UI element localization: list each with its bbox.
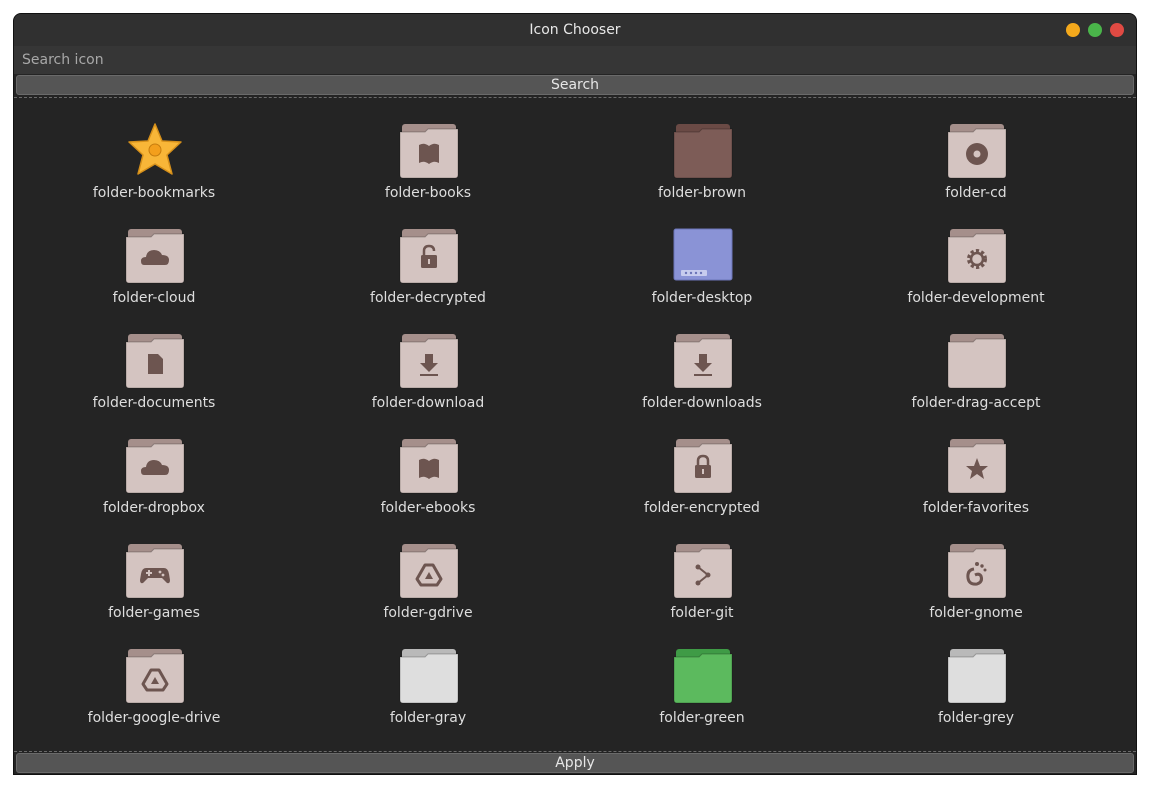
icon-label: folder-documents [92,395,216,411]
folder-cloud-icon [125,228,185,284]
icon-label: folder-cd [945,185,1007,201]
icon-item-folder-bookmarks[interactable]: folder-bookmarks [17,110,291,215]
icon-label: folder-encrypted [644,500,760,516]
icon-item-folder-games[interactable]: folder-games [17,530,291,635]
folder-star-icon [947,438,1007,494]
icon-item-folder-downloads[interactable]: folder-downloads [565,320,839,425]
icon-item-folder-dropbox[interactable]: folder-dropbox [17,425,291,530]
folder-open-icon [947,333,1007,389]
icon-item-folder-books[interactable]: folder-books [291,110,565,215]
icon-item-folder-encrypted[interactable]: folder-encrypted [565,425,839,530]
folder-unlock-icon [399,228,459,284]
bottom-divider [14,751,1136,752]
icon-item-folder-cd[interactable]: folder-cd [839,110,1113,215]
icon-item-folder-gnome[interactable]: folder-gnome [839,530,1113,635]
icon-item-folder-development[interactable]: folder-development [839,215,1113,320]
minimize-button[interactable] [1066,23,1080,37]
folder-drive-icon [125,648,185,704]
icon-item-folder-download[interactable]: folder-download [291,320,565,425]
icon-label: folder-google-drive [87,710,221,726]
icon-item-folder-grey[interactable]: folder-grey [839,635,1113,740]
icon-label: folder-favorites [922,500,1030,516]
folder-cloud-icon [125,438,185,494]
icon-label: folder-games [108,605,200,621]
folder-git-icon [673,543,733,599]
icon-label: folder-gdrive [383,605,473,621]
icon-item-folder-ebooks[interactable]: folder-ebooks [291,425,565,530]
folder-cd-icon [947,123,1007,179]
icon-item-folder-google-drive[interactable]: folder-google-drive [17,635,291,740]
folder-gnome-icon [947,543,1007,599]
icon-grid: folder-bookmarks folder-books folder-brown… [14,110,1136,750]
folder-download-icon [673,333,733,389]
icon-label: folder-download [371,395,485,411]
icon-label: folder-green [659,710,745,726]
search-input[interactable] [14,46,1136,74]
icon-label: folder-desktop [651,290,753,306]
apply-button[interactable]: Apply [16,753,1134,773]
icon-chooser-window: Icon Chooser Search folder-bookmarksfold… [13,13,1137,775]
window-title: Icon Chooser [529,22,621,38]
folder-lock-icon [673,438,733,494]
icon-label: folder-downloads [642,395,762,411]
icon-label: folder-ebooks [380,500,476,516]
folder-plain-brown-icon [673,123,733,179]
folder-gear-icon [947,228,1007,284]
icon-label: folder-bookmarks [92,185,216,201]
search-button[interactable]: Search [16,75,1134,95]
icon-label: folder-grey [937,710,1015,726]
folder-document-icon [125,333,185,389]
icon-item-folder-cloud[interactable]: folder-cloud [17,215,291,320]
icon-item-folder-decrypted[interactable]: folder-decrypted [291,215,565,320]
icon-label: folder-decrypted [370,290,486,306]
folder-book-icon [399,123,459,179]
icon-item-folder-git[interactable]: folder-git [565,530,839,635]
maximize-button[interactable] [1088,23,1102,37]
icon-label: folder-books [384,185,472,201]
folder-plain-gray-icon [947,648,1007,704]
icon-item-folder-green[interactable]: folder-green [565,635,839,740]
icon-item-folder-gdrive[interactable]: folder-gdrive [291,530,565,635]
icon-label: folder-drag-accept [911,395,1041,411]
close-button[interactable] [1110,23,1124,37]
icon-item-folder-gray[interactable]: folder-gray [291,635,565,740]
icon-label: folder-development [907,290,1045,306]
titlebar: Icon Chooser [14,14,1136,46]
icon-label: folder-brown [657,185,747,201]
icon-item-folder-brown[interactable]: folder-brown [565,110,839,215]
icon-item-folder-drag-accept[interactable]: folder-drag-accept [839,320,1113,425]
icon-label: folder-git [670,605,734,621]
folder-plain-gray-icon [399,648,459,704]
icon-item-folder-desktop[interactable]: folder-desktop [565,215,839,320]
icon-label: folder-dropbox [103,500,205,516]
folder-drive-icon [399,543,459,599]
icon-label: folder-gray [389,710,467,726]
icon-label: folder-cloud [112,290,196,306]
folder-desktop-icon [673,228,733,284]
top-divider [14,97,1136,98]
bookmark-star-icon [125,123,185,179]
folder-gamepad-icon [125,543,185,599]
folder-download-icon [399,333,459,389]
icon-item-folder-favorites[interactable]: folder-favorites [839,425,1113,530]
folder-plain-green-icon [673,648,733,704]
icon-item-folder-documents[interactable]: folder-documents [17,320,291,425]
icon-label: folder-gnome [929,605,1023,621]
folder-book-icon [399,438,459,494]
